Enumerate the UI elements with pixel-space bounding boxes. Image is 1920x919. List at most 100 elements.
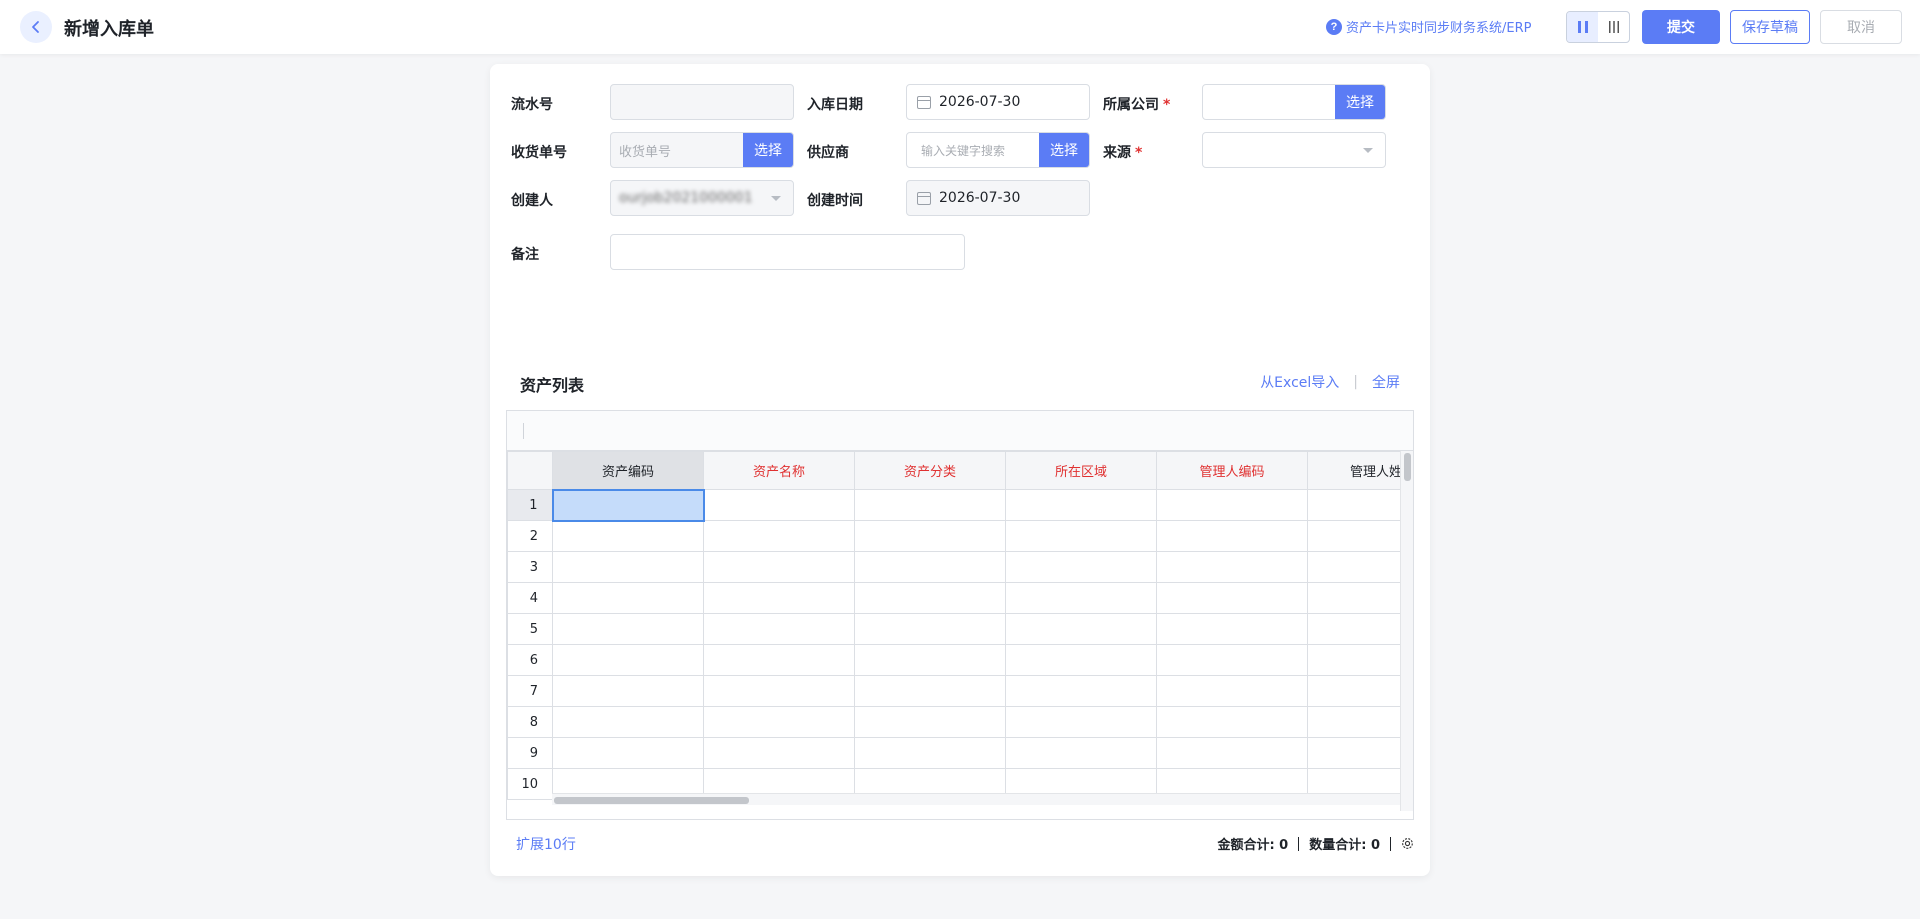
grid-cell[interactable]: [1005, 644, 1157, 676]
grid-cell[interactable]: [854, 613, 1006, 645]
grid-cell[interactable]: [703, 551, 855, 583]
grid-cell[interactable]: [1005, 737, 1157, 769]
grid-cell[interactable]: [1005, 706, 1157, 738]
save-draft-button[interactable]: 保存草稿: [1730, 10, 1810, 44]
grid-cell[interactable]: [552, 520, 704, 552]
import-excel-link[interactable]: 从Excel导入: [1260, 372, 1339, 392]
receipt-no-select-button[interactable]: 选择: [743, 133, 793, 167]
expand-rows-link[interactable]: 扩展10行: [516, 834, 576, 854]
grid-cell[interactable]: [854, 706, 1006, 738]
grid-cell[interactable]: [1307, 582, 1408, 614]
column-header[interactable]: 资产编码: [552, 451, 704, 490]
grid-cell[interactable]: [1005, 551, 1157, 583]
grid-cell[interactable]: [703, 489, 855, 521]
column-header[interactable]: 资产名称: [703, 451, 855, 490]
grid-cell[interactable]: [1156, 489, 1308, 521]
supplier-select-button[interactable]: 选择: [1039, 133, 1089, 167]
grid-cell[interactable]: [703, 675, 855, 707]
three-column-icon: [1608, 21, 1619, 33]
grid-cell[interactable]: [1156, 613, 1308, 645]
remark-input[interactable]: [610, 234, 965, 270]
serial-no-input[interactable]: [610, 84, 794, 120]
grid-cell[interactable]: [1307, 706, 1408, 738]
grid-cell[interactable]: [1005, 675, 1157, 707]
two-column-view-button[interactable]: [1567, 12, 1598, 42]
grid-cell[interactable]: [552, 551, 704, 583]
grid-cell[interactable]: [854, 489, 1006, 521]
row-number[interactable]: 9: [507, 737, 553, 769]
row-number[interactable]: 8: [507, 706, 553, 738]
row-number[interactable]: 10: [507, 768, 553, 800]
grid-cell[interactable]: [1307, 613, 1408, 645]
row-number[interactable]: 5: [507, 613, 553, 645]
grid-cell[interactable]: [1005, 489, 1157, 521]
grid-cell[interactable]: [1307, 551, 1408, 583]
grid-cell[interactable]: [703, 737, 855, 769]
inbound-date-picker[interactable]: 2026-07-30: [906, 84, 1090, 120]
grid-cell[interactable]: [1156, 644, 1308, 676]
sync-erp-link[interactable]: ? 资产卡片实时同步财务系统/ERP: [1326, 17, 1531, 36]
grid-cell[interactable]: [552, 582, 704, 614]
grid-cell[interactable]: [854, 520, 1006, 552]
back-button[interactable]: [20, 11, 52, 43]
grid-cell[interactable]: [552, 706, 704, 738]
grid-cell[interactable]: [1005, 613, 1157, 645]
grid-cell[interactable]: [703, 613, 855, 645]
column-header[interactable]: 资产分类: [854, 451, 1006, 490]
supplier-input[interactable]: 输入关键字搜索 选择: [906, 132, 1090, 168]
row-number[interactable]: 3: [507, 551, 553, 583]
grid-cell[interactable]: [1156, 520, 1308, 552]
grid-cell[interactable]: [703, 644, 855, 676]
column-header[interactable]: 管理人姓: [1307, 451, 1408, 490]
cancel-button[interactable]: 取消: [1820, 10, 1902, 44]
grid-cell[interactable]: [552, 675, 704, 707]
grid-cell[interactable]: [1156, 706, 1308, 738]
view-toggle: [1566, 11, 1630, 43]
grid-cell[interactable]: [1307, 737, 1408, 769]
grid-cell[interactable]: [1005, 582, 1157, 614]
receipt-no-input[interactable]: 收货单号 选择: [610, 132, 794, 168]
grid-cell[interactable]: [1156, 675, 1308, 707]
three-column-view-button[interactable]: [1598, 12, 1629, 42]
grid-cell[interactable]: [1005, 520, 1157, 552]
grid-cell[interactable]: [1307, 520, 1408, 552]
vertical-scrollbar[interactable]: [1400, 451, 1413, 811]
scroll-thumb[interactable]: [1404, 453, 1411, 481]
grid-cell[interactable]: [1307, 675, 1408, 707]
grid-cell[interactable]: [552, 613, 704, 645]
company-input[interactable]: 选择: [1202, 84, 1386, 120]
row-number[interactable]: 1: [507, 489, 553, 521]
row-number[interactable]: 2: [507, 520, 553, 552]
grid-cell[interactable]: [551, 488, 705, 522]
grid-cell[interactable]: [854, 644, 1006, 676]
row-number[interactable]: 4: [507, 582, 553, 614]
horizontal-scrollbar[interactable]: [552, 793, 1400, 805]
grid-cell[interactable]: [854, 582, 1006, 614]
source-select[interactable]: [1202, 132, 1386, 168]
scroll-thumb[interactable]: [554, 797, 749, 804]
created-time-picker[interactable]: 2026-07-30: [906, 180, 1090, 216]
grid-cell[interactable]: [854, 737, 1006, 769]
grid-cell[interactable]: [1156, 551, 1308, 583]
settings-gear-icon[interactable]: [1401, 837, 1414, 850]
grid-cell[interactable]: [703, 520, 855, 552]
fullscreen-link[interactable]: 全屏: [1372, 372, 1400, 392]
row-number[interactable]: 7: [507, 675, 553, 707]
grid-cell[interactable]: [1307, 489, 1408, 521]
grid-cell[interactable]: [854, 675, 1006, 707]
grid-cell[interactable]: [552, 644, 704, 676]
grid-cell[interactable]: [1156, 737, 1308, 769]
grid-cell[interactable]: [1307, 644, 1408, 676]
grid-cell[interactable]: [1156, 582, 1308, 614]
grid-cell[interactable]: [703, 706, 855, 738]
submit-button[interactable]: 提交: [1642, 10, 1720, 44]
column-header[interactable]: 所在区域: [1005, 451, 1157, 490]
table-row: 3: [507, 551, 1408, 583]
company-select-button[interactable]: 选择: [1335, 85, 1385, 119]
grid-cell[interactable]: [703, 582, 855, 614]
column-header[interactable]: 管理人编码: [1156, 451, 1308, 490]
row-number[interactable]: 6: [507, 644, 553, 676]
grid-cell[interactable]: [854, 551, 1006, 583]
grid-cell[interactable]: [552, 737, 704, 769]
creator-select[interactable]: ourjob2021000001: [610, 180, 794, 216]
